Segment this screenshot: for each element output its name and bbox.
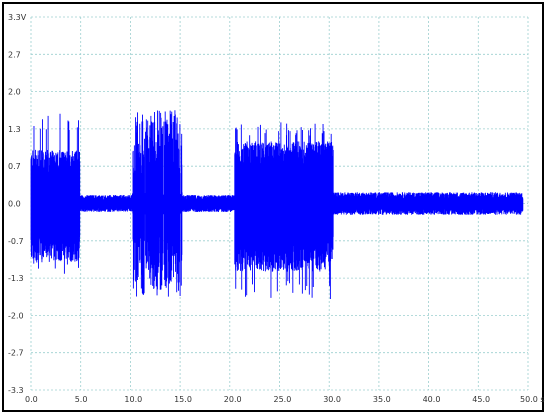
signal-plot: 3.3V2.72.01.30.70.0-0.7-1.3-2.0-2.7-3.3 … [8,13,545,404]
x-tick-label: 30.0 [323,395,341,404]
x-tick-label: 0.0 [25,395,38,404]
x-tick-label: 10.0 [124,395,142,404]
signal-trace [30,110,524,300]
y-tick-label: 2.7 [8,50,21,59]
x-tick-label: 20.0 [224,395,242,404]
y-tick-label: 0.0 [8,200,21,209]
y-tick-label: -2.0 [8,311,24,320]
x-tick-labels: 0.0 5.0 10.0 15.0 20.0 25.0 30.0 35.0 40.0 45.0 50… [25,395,545,404]
y-tick-label: -3.3 [8,386,24,395]
waveform [30,110,524,300]
y-tick-label: 3.3V [8,13,27,22]
x-tick-label: 35.0 [373,395,391,404]
y-tick-label: -2.7 [8,349,24,358]
y-tick-label: 1.3 [8,125,21,134]
y-tick-label: -1.3 [8,274,24,283]
y-tick-label: 2.0 [8,88,21,97]
x-tick-label: 15.0 [174,395,192,404]
x-tick-label: 25.0 [274,395,292,404]
x-tick-label: 40.0 [423,395,441,404]
x-tick-label: 5.0 [75,395,88,404]
x-tick-label: 45.0 [472,395,490,404]
y-tick-labels: 3.3V 2.7 2.0 1.3 0.7 0.0 -0.7 -1.3 -2.0 -2.7 -3.3 [8,13,27,395]
y-tick-label: -0.7 [8,237,24,246]
y-tick-label: 0.7 [8,162,21,171]
x-tick-label: 50.0 s [520,395,545,404]
